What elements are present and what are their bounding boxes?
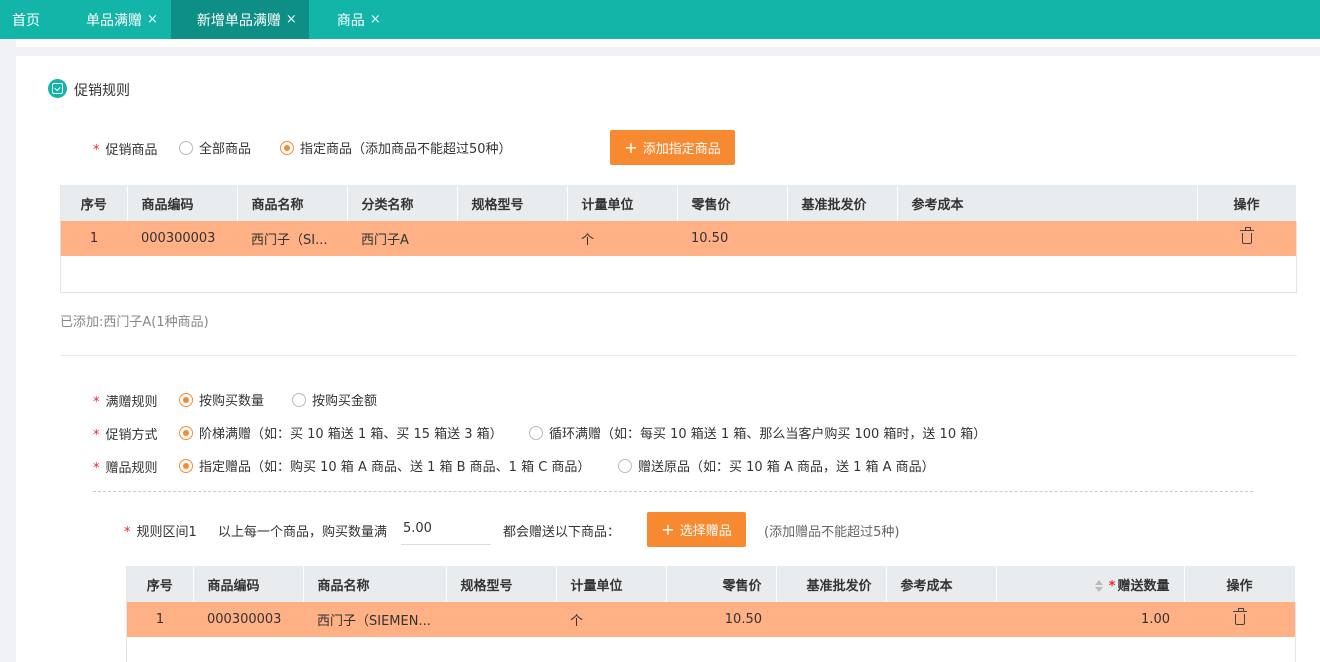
close-icon[interactable]: × bbox=[286, 12, 297, 27]
radio-same-goods-gift[interactable]: 赠送原品（如：买 10 箱 A 商品，送 1 箱 A 商品） bbox=[618, 456, 935, 475]
cell-code: 000300003 bbox=[193, 602, 303, 637]
cell-action bbox=[1184, 602, 1295, 637]
col-action: 操作 bbox=[1184, 566, 1296, 602]
top-strip bbox=[16, 39, 1320, 47]
plus-icon: + bbox=[661, 519, 675, 539]
col-name: 商品名称 bbox=[303, 566, 447, 602]
empty-row bbox=[127, 637, 1295, 662]
col-spec: 规格型号 bbox=[446, 566, 557, 602]
interval-suffix: 都会赠送以下商品： bbox=[503, 525, 621, 540]
radio-specified-gift[interactable]: 指定赠品（如：购买 10 箱 A 商品、送 1 箱 B 商品、1 箱 C 商品） bbox=[179, 456, 590, 475]
divider bbox=[60, 355, 1297, 356]
cell-unit: 个 bbox=[556, 602, 666, 637]
radio-icon bbox=[179, 392, 193, 407]
col-unit: 计量单位 bbox=[567, 185, 678, 221]
col-retail: 零售价 bbox=[666, 566, 777, 602]
cell-gift-qty[interactable]: 1.00 bbox=[996, 602, 1184, 637]
cell-action bbox=[1197, 221, 1296, 256]
cell-cost bbox=[886, 602, 996, 637]
radio-icon bbox=[179, 140, 193, 155]
col-code: 商品编码 bbox=[193, 566, 304, 602]
tab-label: 商品 bbox=[336, 12, 365, 29]
tab-goods[interactable]: 商品 × bbox=[309, 0, 395, 39]
radio-specified-goods[interactable]: 指定商品（添加商品不能超过50种） bbox=[280, 138, 512, 157]
radio-tiered-gift[interactable]: 阶梯满赠（如：买 10 箱送 1 箱、买 15 箱送 3 箱） bbox=[179, 423, 503, 442]
plus-icon: + bbox=[624, 137, 638, 157]
tab-home[interactable]: 首页 bbox=[0, 0, 73, 39]
cell-category: 西门子A bbox=[347, 221, 457, 256]
interval-label: * 规则区间1 bbox=[124, 525, 197, 540]
table-header: 序号 商品编码 商品名称 规格型号 计量单位 零售价 基准批发价 参考成本 * 赠… bbox=[127, 566, 1296, 602]
col-seq: 序号 bbox=[61, 185, 128, 221]
rule-section-icon bbox=[48, 79, 67, 98]
table-header: 序号 商品编码 商品名称 分类名称 规格型号 计量单位 零售价 基准批发价 参考… bbox=[61, 185, 1297, 221]
gift-rule-label: * 赠品规则 bbox=[93, 461, 158, 476]
cell-seq: 1 bbox=[61, 221, 127, 256]
empty-row bbox=[61, 256, 1296, 292]
col-name: 商品名称 bbox=[237, 185, 348, 221]
cell-code: 000300003 bbox=[127, 221, 237, 256]
table-row[interactable]: 1 000300003 西门子（SIEMEN... 个 10.50 1.00 bbox=[127, 602, 1295, 637]
cell-wholesale bbox=[787, 221, 897, 256]
sort-icon[interactable] bbox=[1094, 580, 1103, 592]
cell-seq: 1 bbox=[127, 602, 193, 637]
cell-retail: 10.50 bbox=[666, 602, 776, 637]
select-gift-button[interactable]: + 选择赠品 bbox=[647, 512, 746, 547]
close-icon[interactable]: × bbox=[147, 12, 158, 27]
col-action: 操作 bbox=[1197, 185, 1297, 221]
tab-single-gift[interactable]: 单品满赠 × bbox=[73, 0, 171, 39]
interval-prefix: 以上每一个商品，购买数量满 bbox=[218, 525, 388, 540]
goods-table: 序号 商品编码 商品名称 分类名称 规格型号 计量单位 零售价 基准批发价 参考… bbox=[60, 185, 1297, 293]
add-specified-goods-button[interactable]: + 添加指定商品 bbox=[610, 130, 735, 165]
col-spec: 规格型号 bbox=[457, 185, 568, 221]
cell-spec bbox=[446, 602, 556, 637]
col-retail: 零售价 bbox=[677, 185, 788, 221]
trash-icon[interactable] bbox=[1232, 607, 1247, 625]
col-cost: 参考成本 bbox=[897, 185, 1198, 221]
radio-icon bbox=[179, 458, 193, 473]
quantity-threshold-input[interactable]: 5.00 bbox=[401, 512, 491, 545]
table-row[interactable]: 1 000300003 西门子（SI... 西门子A 个 10.50 bbox=[61, 221, 1296, 256]
radio-icon bbox=[529, 425, 543, 440]
radio-by-amount[interactable]: 按购买金额 bbox=[292, 390, 377, 409]
close-icon[interactable]: × bbox=[370, 12, 381, 27]
tab-label: 首页 bbox=[12, 12, 40, 29]
radio-icon bbox=[280, 140, 294, 155]
tab-bar: 首页 单品满赠 × 新增单品满赠 × 商品 × bbox=[0, 0, 1320, 39]
tab-new-single-gift[interactable]: 新增单品满赠 × bbox=[170, 0, 309, 39]
cell-name: 西门子（SIEMEN... bbox=[303, 602, 446, 637]
trash-icon[interactable] bbox=[1239, 226, 1254, 244]
radio-icon bbox=[618, 458, 632, 473]
promo-method-label: * 促销方式 bbox=[93, 428, 158, 443]
cell-unit: 个 bbox=[567, 221, 677, 256]
col-wholesale: 基准批发价 bbox=[776, 566, 887, 602]
col-gift-qty[interactable]: * 赠送数量 bbox=[996, 566, 1185, 602]
dashed-divider bbox=[93, 491, 1253, 492]
col-seq: 序号 bbox=[127, 566, 194, 602]
gift-limit-hint: (添加赠品不能超过5种) bbox=[764, 525, 900, 540]
added-summary: 已添加:西门子A(1种商品) bbox=[60, 315, 209, 330]
gift-table: 序号 商品编码 商品名称 规格型号 计量单位 零售价 基准批发价 参考成本 * 赠… bbox=[126, 566, 1296, 662]
col-wholesale: 基准批发价 bbox=[787, 185, 898, 221]
section-title: 促销规则 bbox=[74, 83, 130, 99]
rule-type-label: * 满赠规则 bbox=[93, 395, 158, 410]
cell-retail: 10.50 bbox=[677, 221, 787, 256]
radio-all-goods[interactable]: 全部商品 bbox=[179, 138, 251, 157]
col-unit: 计量单位 bbox=[556, 566, 667, 602]
cell-spec bbox=[457, 221, 567, 256]
radio-icon bbox=[292, 392, 306, 407]
tab-label: 新增单品满赠 bbox=[196, 12, 281, 29]
cell-cost bbox=[897, 221, 1197, 256]
col-category: 分类名称 bbox=[347, 185, 458, 221]
radio-cyclic-gift[interactable]: 循环满赠（如：每买 10 箱送 1 箱、那么当客户购买 100 箱时，送 10 … bbox=[529, 423, 986, 442]
promo-goods-label: * 促销商品 bbox=[93, 143, 158, 158]
tab-label: 单品满赠 bbox=[86, 12, 142, 29]
radio-by-quantity[interactable]: 按购买数量 bbox=[179, 390, 264, 409]
cell-name: 西门子（SI... bbox=[237, 221, 347, 256]
col-cost: 参考成本 bbox=[886, 566, 997, 602]
cell-wholesale bbox=[776, 602, 886, 637]
radio-icon bbox=[179, 425, 193, 440]
col-code: 商品编码 bbox=[127, 185, 238, 221]
